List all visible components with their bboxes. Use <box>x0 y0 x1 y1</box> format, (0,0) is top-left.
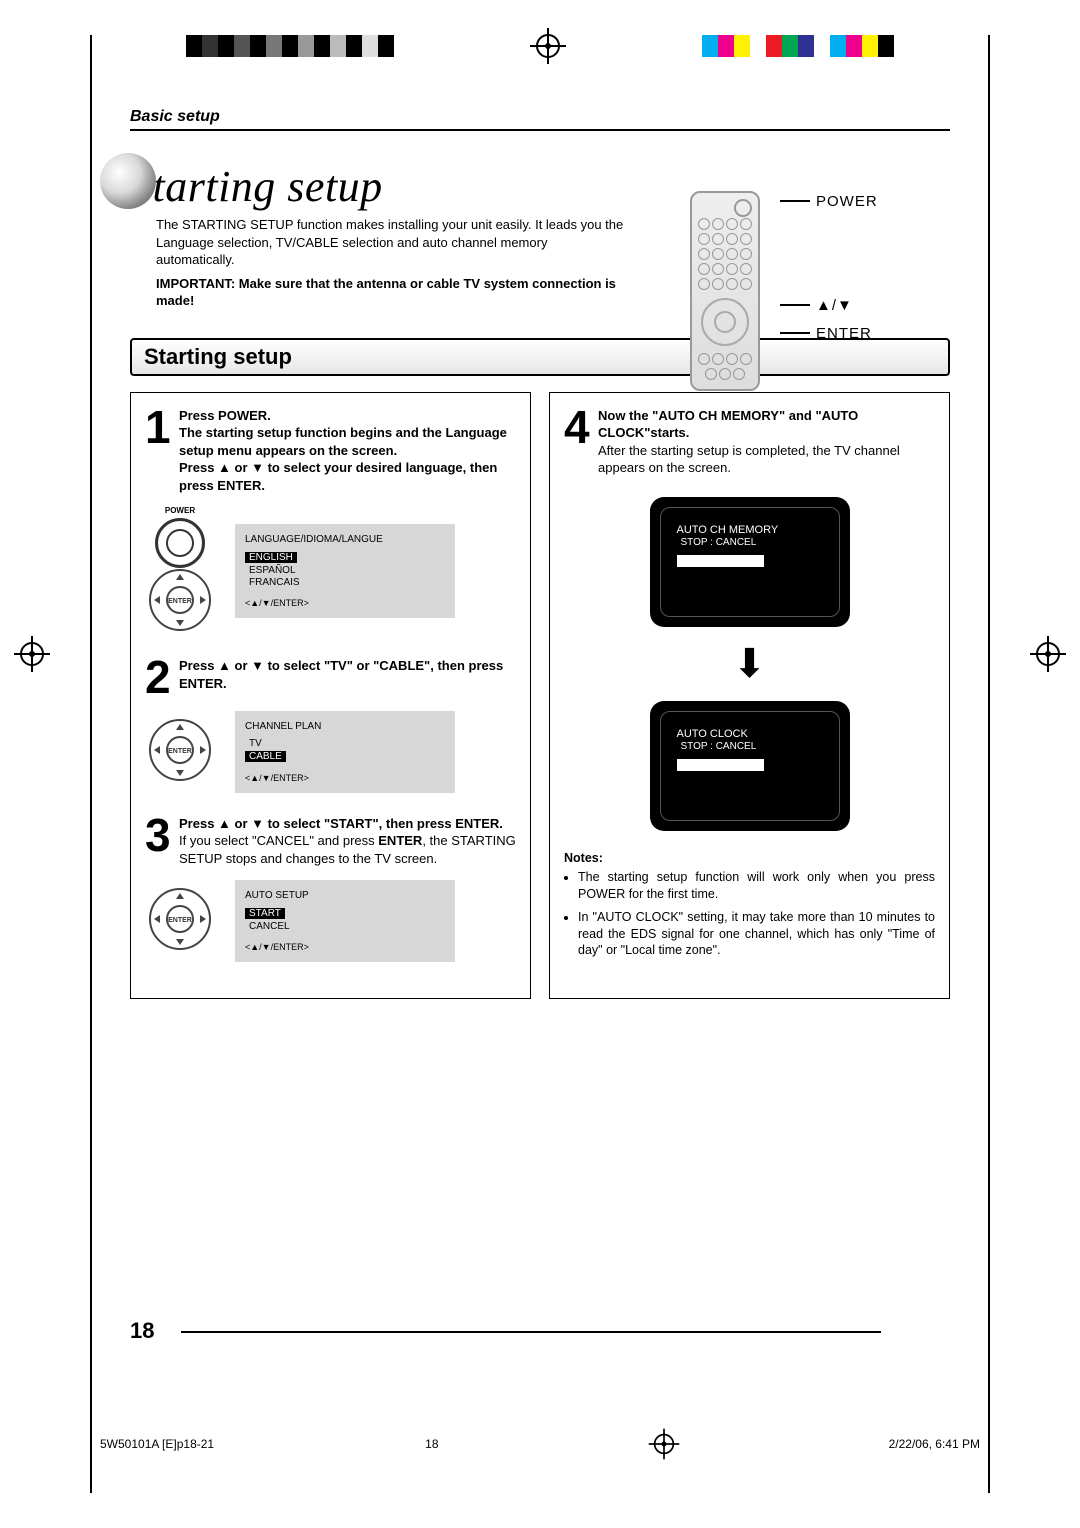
remote-power-button <box>734 199 752 217</box>
registration-mark-bottom <box>650 1430 678 1458</box>
remote-callouts: POWER ▲/▼ ENTER <box>780 191 878 343</box>
step-number: 3 <box>145 815 179 868</box>
page-number-footer: 18 <box>130 1318 881 1344</box>
step4-line1: Now the "AUTO CH MEMORY" and "AUTO CLOCK… <box>598 407 935 442</box>
step1-line1: Press POWER. <box>179 407 516 425</box>
page-content: Basic setup Starting setup The STARTING … <box>130 108 950 1358</box>
osd-item: ESPAÑOL <box>245 565 445 576</box>
step3-pre: If you select "CANCEL" and press <box>179 833 378 848</box>
auto-setup-osd: AUTO SETUP START CANCEL <▲/▼/ENTER> <box>235 880 455 962</box>
tv-osd-title: AUTO CH MEMORY <box>677 524 823 536</box>
step-number: 4 <box>564 407 598 477</box>
tv-osd-sub: STOP : CANCEL <box>677 741 761 752</box>
registration-mark-right <box>1034 640 1062 668</box>
doc-id: 5W50101A [E]p18-21 <box>100 1437 214 1451</box>
document-page: Basic setup Starting setup The STARTING … <box>0 0 1080 1528</box>
dpad-icon: ENTER <box>148 887 212 951</box>
hero: Starting setup The STARTING SETUP functi… <box>130 161 950 310</box>
step3-line1: Press ▲ or ▼ to select "START", then pre… <box>179 815 516 833</box>
print-date: 2/22/06, 6:41 PM <box>889 1437 980 1451</box>
step-2: 2 Press ▲ or ▼ to select "TV" or "CABLE"… <box>145 657 516 698</box>
intro-text: The STARTING SETUP function makes instal… <box>156 216 626 310</box>
page-number: 18 <box>130 1318 154 1343</box>
channel-plan-osd: CHANNEL PLAN TV CABLE <▲/▼/ENTER> <box>235 711 455 793</box>
important-note: IMPORTANT: Make sure that the antenna or… <box>156 275 626 310</box>
dpad-icon: ENTER <box>148 568 212 632</box>
breadcrumb: Basic setup <box>130 108 950 131</box>
step2-line1: Press ▲ or ▼ to select "TV" or "CABLE", … <box>179 657 516 692</box>
note-item: The starting setup function will work on… <box>578 869 935 903</box>
intro-body: The STARTING SETUP function makes instal… <box>156 216 626 269</box>
crop-marks-top <box>0 32 1080 60</box>
trim-line-right <box>988 35 990 1493</box>
remote-enter-button <box>714 311 736 333</box>
osd-item: TV <box>245 738 445 749</box>
tv-auto-clock: AUTO CLOCK STOP : CANCEL <box>650 701 850 831</box>
osd-title: AUTO SETUP <box>245 890 445 901</box>
step3-bold: ENTER <box>378 833 422 848</box>
notes-section: Notes: The starting setup function will … <box>564 851 935 959</box>
step-number: 2 <box>145 657 179 698</box>
footer-rule <box>181 1331 881 1333</box>
registration-mark-left <box>18 640 46 668</box>
tv-auto-ch-memory: AUTO CH MEMORY STOP : CANCEL <box>650 497 850 627</box>
dpad-icon: ENTER <box>148 718 212 782</box>
power-icon <box>155 518 205 568</box>
callout-power: POWER <box>816 193 878 210</box>
progress-bar <box>677 555 765 567</box>
remote-dpad <box>701 298 749 346</box>
step1-line2: The starting setup function begins and t… <box>179 424 516 459</box>
step4-body: After the starting setup is completed, t… <box>598 442 935 477</box>
osd-item-selected: ENGLISH <box>245 552 297 563</box>
registration-bar-color <box>702 35 894 57</box>
tv-osd-title: AUTO CLOCK <box>677 728 823 740</box>
print-footer: 5W50101A [E]p18-21 18 2/22/06, 6:41 PM <box>100 1430 980 1458</box>
osd-nav-hint: <▲/▼/ENTER> <box>245 942 445 952</box>
callout-nav: ▲/▼ <box>816 297 853 314</box>
step1-line3: Press ▲ or ▼ to select your desired lang… <box>179 459 516 494</box>
osd-item-selected: START <box>245 908 285 919</box>
remote-outline <box>690 191 760 391</box>
step-columns: 1 Press POWER. The starting setup functi… <box>130 392 950 999</box>
osd-item: FRANCAIS <box>245 577 445 588</box>
down-arrow-icon: ⬇ <box>564 641 935 687</box>
step-4: 4 Now the "AUTO CH MEMORY" and "AUTO CLO… <box>564 407 935 477</box>
power-and-dpad-figure: POWER ENTER <box>145 506 215 635</box>
step-1: 1 Press POWER. The starting setup functi… <box>145 407 516 495</box>
page-small: 18 <box>425 1437 438 1451</box>
step2-figure-row: ENTER CHANNEL PLAN TV CABLE <▲/▼/ENTER> <box>145 711 516 793</box>
osd-item-selected: CABLE <box>245 751 286 762</box>
step3-body: If you select "CANCEL" and press ENTER, … <box>179 832 516 867</box>
trim-line-left <box>90 35 92 1493</box>
osd-item: CANCEL <box>245 921 445 932</box>
callout-enter: ENTER <box>816 325 872 342</box>
language-osd: LANGUAGE/IDIOMA/LANGUE ENGLISH ESPAÑOL F… <box>235 524 455 618</box>
column-left: 1 Press POWER. The starting setup functi… <box>130 392 531 999</box>
osd-nav-hint: <▲/▼/ENTER> <box>245 773 445 783</box>
step-3: 3 Press ▲ or ▼ to select "START", then p… <box>145 815 516 868</box>
registration-mark-top <box>534 32 562 60</box>
svg-text:ENTER: ENTER <box>168 748 192 755</box>
registration-bar-bw <box>186 35 394 57</box>
power-label: POWER <box>145 506 215 515</box>
osd-nav-hint: <▲/▼/ENTER> <box>245 598 445 608</box>
svg-text:ENTER: ENTER <box>168 917 192 924</box>
remote-diagram: POWER ▲/▼ ENTER <box>690 191 950 391</box>
step3-figure-row: ENTER AUTO SETUP START CANCEL <▲/▼/ENTER… <box>145 880 516 962</box>
enter-text: ENTER <box>168 598 192 605</box>
progress-bar <box>677 759 765 771</box>
notes-title: Notes: <box>564 851 935 865</box>
decorative-sphere <box>100 153 156 209</box>
osd-title: CHANNEL PLAN <box>245 721 445 732</box>
note-item: In "AUTO CLOCK" setting, it may take mor… <box>578 909 935 960</box>
step1-figure-row: POWER ENTER <box>145 506 516 635</box>
osd-title: LANGUAGE/IDIOMA/LANGUE <box>245 534 445 545</box>
tv-osd-sub: STOP : CANCEL <box>677 537 761 548</box>
step-number: 1 <box>145 407 179 495</box>
column-right: 4 Now the "AUTO CH MEMORY" and "AUTO CLO… <box>549 392 950 999</box>
